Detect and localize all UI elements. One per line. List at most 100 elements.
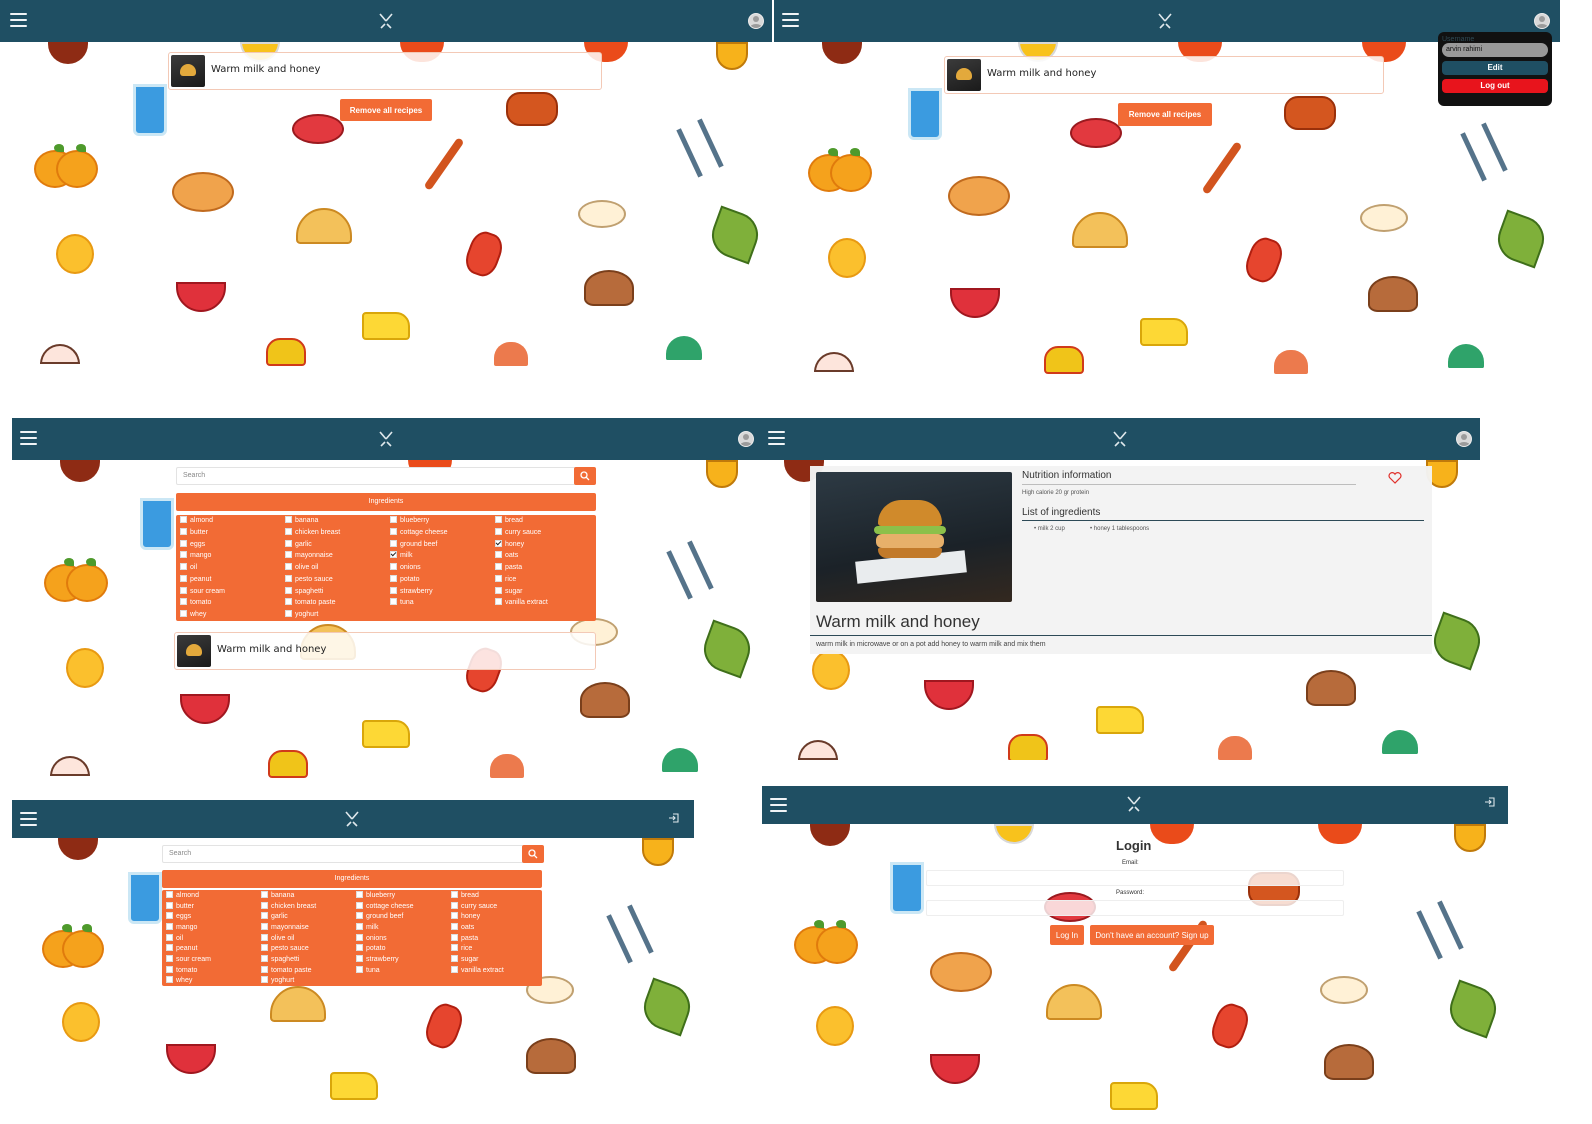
checkbox[interactable] (356, 923, 363, 930)
checkbox[interactable] (285, 551, 292, 559)
ingredient-checkbox-item[interactable]: honey (451, 912, 480, 922)
checkbox[interactable] (356, 965, 363, 973)
checkbox[interactable] (166, 944, 173, 952)
login-icon[interactable] (1484, 796, 1496, 808)
ingredient-checkbox-item[interactable]: tuna (356, 965, 380, 976)
ingredient-checkbox-item[interactable]: butter (180, 527, 208, 538)
checkbox[interactable] (166, 891, 173, 898)
ingredient-checkbox-item[interactable]: cottage cheese (356, 901, 413, 912)
login-button[interactable]: Log In (1050, 925, 1084, 945)
ingredient-checkbox-item[interactable]: pasta (451, 933, 478, 944)
fork-knife-logo-icon[interactable] (1110, 429, 1130, 449)
ingredient-checkbox-item[interactable]: sugar (451, 955, 479, 965)
edit-button[interactable]: Edit (1442, 61, 1548, 75)
ingredient-checkbox-item[interactable]: potato (356, 944, 385, 954)
ingredient-checkbox-item[interactable]: almond (166, 891, 199, 901)
checkbox[interactable] (451, 955, 458, 962)
checkbox[interactable] (495, 598, 502, 606)
checkbox[interactable] (180, 551, 187, 559)
fork-knife-logo-icon[interactable] (1124, 794, 1144, 814)
checkbox[interactable] (390, 516, 397, 523)
checkbox[interactable] (390, 586, 397, 594)
ingredient-checkbox-item[interactable]: sugar (495, 586, 523, 597)
checkbox[interactable] (285, 574, 292, 582)
email-field[interactable] (926, 870, 1344, 886)
search-button[interactable] (522, 845, 544, 863)
search-input[interactable]: Search (176, 467, 576, 485)
ingredient-checkbox-item[interactable]: oats (495, 551, 518, 561)
checkbox[interactable] (451, 965, 458, 973)
password-field[interactable] (926, 900, 1344, 916)
checkbox[interactable] (166, 955, 173, 962)
checkbox[interactable] (451, 901, 458, 909)
user-avatar-icon[interactable] (1534, 13, 1550, 29)
hamburger-menu-icon[interactable] (782, 13, 799, 27)
ingredient-checkbox-item[interactable]: mayonnaise (261, 923, 309, 933)
ingredient-checkbox-item[interactable]: eggs (180, 539, 205, 550)
ingredient-checkbox-item[interactable]: peanut (180, 574, 211, 585)
ingredient-checkbox-item[interactable]: sour cream (180, 586, 225, 597)
checkbox[interactable] (451, 912, 458, 920)
ingredient-checkbox-item[interactable]: banana (261, 891, 294, 901)
remove-all-recipes-button[interactable]: Remove all recipes (1118, 103, 1212, 126)
ingredient-checkbox-item[interactable]: pesto sauce (261, 944, 309, 954)
search-result-card[interactable]: Warm milk and honey (174, 632, 596, 670)
ingredient-checkbox-item[interactable]: ground beef (356, 912, 403, 922)
ingredient-checkbox-item[interactable]: tuna (390, 598, 414, 608)
ingredient-checkbox-item[interactable]: almond (180, 516, 213, 526)
checkbox[interactable] (180, 516, 187, 523)
checkbox[interactable] (390, 539, 397, 547)
ingredient-checkbox-item[interactable]: tomato (180, 598, 211, 608)
hamburger-menu-icon[interactable] (768, 431, 785, 445)
ingredient-checkbox-item[interactable]: milk (356, 923, 378, 933)
ingredient-checkbox-item[interactable]: butter (166, 901, 194, 912)
ingredient-checkbox-item[interactable]: blueberry (390, 516, 429, 526)
ingredient-checkbox-item[interactable]: honey (495, 539, 524, 550)
ingredient-checkbox-item[interactable]: ground beef (390, 539, 437, 550)
ingredient-checkbox-item[interactable]: curry sauce (495, 527, 541, 538)
checkbox[interactable] (495, 574, 502, 582)
ingredient-checkbox-item[interactable]: garlic (261, 912, 288, 922)
ingredient-checkbox-item[interactable]: mango (180, 551, 211, 561)
saved-recipe-card[interactable]: Warm milk and honey (944, 56, 1384, 94)
checkbox[interactable] (180, 610, 187, 618)
checkbox[interactable] (166, 933, 173, 941)
remove-all-recipes-button[interactable]: Remove all recipes (340, 99, 432, 121)
checkbox[interactable] (495, 586, 502, 594)
checkbox[interactable] (166, 923, 173, 930)
checkbox[interactable] (285, 527, 292, 535)
ingredient-checkbox-item[interactable]: strawberry (356, 955, 399, 965)
checkbox[interactable] (356, 955, 363, 962)
fork-knife-logo-icon[interactable] (1155, 11, 1175, 31)
checkbox[interactable] (180, 598, 187, 606)
checkbox[interactable] (356, 901, 363, 909)
checkbox[interactable] (166, 965, 173, 973)
checkbox[interactable] (390, 598, 397, 606)
signup-button[interactable]: Don't have an account? Sign up (1090, 925, 1214, 945)
checkbox[interactable] (261, 933, 268, 941)
ingredient-checkbox-item[interactable]: whey (166, 976, 192, 986)
ingredient-checkbox-item[interactable]: bread (451, 891, 479, 901)
hamburger-menu-icon[interactable] (10, 13, 27, 27)
hamburger-menu-icon[interactable] (20, 431, 37, 445)
ingredient-checkbox-item[interactable]: olive oil (285, 563, 318, 573)
ingredient-checkbox-item[interactable]: oil (166, 933, 183, 944)
checkbox[interactable] (390, 527, 397, 535)
ingredient-checkbox-item[interactable]: blueberry (356, 891, 395, 901)
ingredient-checkbox-item[interactable]: bread (495, 516, 523, 526)
ingredient-checkbox-item[interactable]: onions (356, 933, 387, 944)
checkbox[interactable] (261, 912, 268, 920)
ingredient-checkbox-item[interactable]: onions (390, 563, 421, 573)
checkbox[interactable] (451, 923, 458, 930)
checkbox[interactable] (495, 563, 502, 571)
hamburger-menu-icon[interactable] (20, 812, 37, 826)
heart-icon[interactable] (1388, 472, 1402, 484)
ingredient-checkbox-item[interactable]: curry sauce (451, 901, 497, 912)
checkbox[interactable] (180, 539, 187, 547)
ingredient-checkbox-item[interactable]: cottage cheese (390, 527, 447, 538)
ingredient-checkbox-item[interactable]: oil (180, 563, 197, 573)
checkbox[interactable] (495, 527, 502, 535)
checkbox[interactable] (285, 586, 292, 594)
ingredient-checkbox-item[interactable]: banana (285, 516, 318, 526)
checkbox[interactable] (261, 976, 268, 984)
